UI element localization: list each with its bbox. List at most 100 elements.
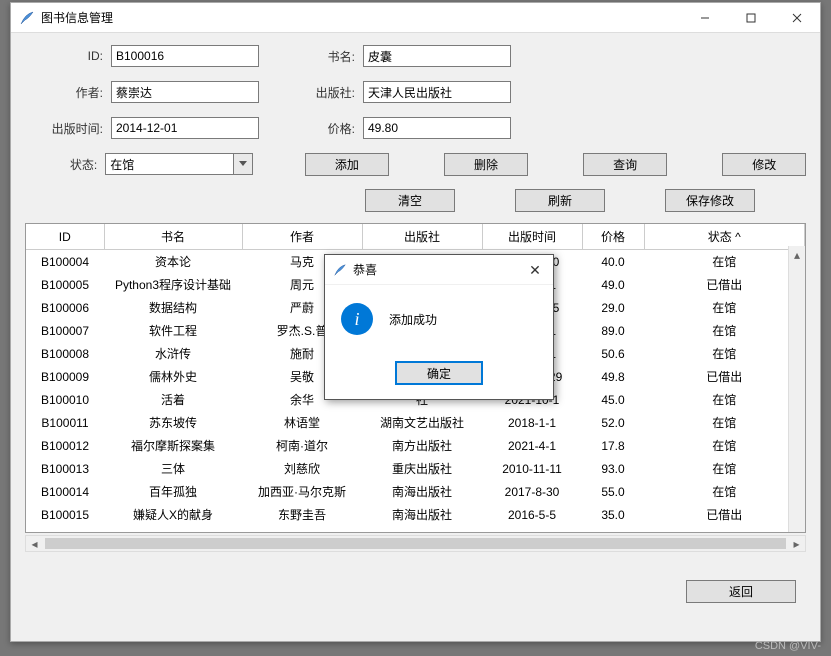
table-cell: 南海出版社 (362, 503, 482, 526)
label-status: 状态: (25, 156, 105, 173)
table-cell: 数据结构 (104, 296, 242, 319)
table-cell: 南方出版社 (362, 434, 482, 457)
maximize-button[interactable] (728, 3, 774, 33)
table-cell: 儒林外史 (104, 365, 242, 388)
scroll-left-icon[interactable]: ◂ (26, 536, 43, 551)
table-cell: 在馆 (644, 411, 805, 434)
table-cell: 在馆 (644, 457, 805, 480)
table-cell: 加西亚·马尔克斯 (242, 480, 362, 503)
scroll-thumb[interactable] (45, 538, 786, 549)
table-cell: B100015 (26, 503, 104, 526)
info-icon: i (341, 303, 373, 335)
close-button[interactable] (774, 3, 820, 33)
name-input[interactable] (363, 45, 511, 67)
label-publisher: 出版社: (303, 84, 363, 101)
column-header[interactable]: 书名 (104, 224, 242, 250)
pubtime-input[interactable] (111, 117, 259, 139)
table-cell: B100011 (26, 411, 104, 434)
table-row[interactable]: B100012福尔摩斯探案集柯南·道尔南方出版社2021-4-117.8在馆 (26, 434, 805, 457)
table-cell: 49.8 (582, 365, 644, 388)
clear-button[interactable]: 清空 (365, 189, 455, 212)
horizontal-scrollbar[interactable]: ◂ ▸ (25, 535, 806, 552)
back-button[interactable]: 返回 (686, 580, 796, 603)
table-cell: 已借出 (644, 503, 805, 526)
label-id: ID: (25, 49, 111, 63)
table-row[interactable]: B100011苏东坡传林语堂湖南文艺出版社2018-1-152.0在馆 (26, 411, 805, 434)
refresh-button[interactable]: 刷新 (515, 189, 605, 212)
table-row[interactable]: B100013三体刘慈欣重庆出版社2010-11-1193.0在馆 (26, 457, 805, 480)
dialog-app-icon (333, 263, 347, 277)
add-button[interactable]: 添加 (305, 153, 389, 176)
table-row[interactable]: B100014百年孤独加西亚·马尔克斯南海出版社2017-8-3055.0在馆 (26, 480, 805, 503)
table-cell: 49.0 (582, 273, 644, 296)
table-cell: 嫌疑人X的献身 (104, 503, 242, 526)
window-controls (682, 3, 820, 33)
table-cell: 在馆 (644, 434, 805, 457)
table-cell: 在馆 (644, 296, 805, 319)
table-cell: 湖南文艺出版社 (362, 411, 482, 434)
table-cell: 在馆 (644, 388, 805, 411)
table-cell: 29.0 (582, 296, 644, 319)
scroll-up-icon[interactable]: ▴ (789, 246, 805, 263)
query-button[interactable]: 查询 (583, 153, 667, 176)
table-cell: 93.0 (582, 457, 644, 480)
table-cell: 柯南·道尔 (242, 434, 362, 457)
vertical-scrollbar[interactable]: ▴ (788, 246, 805, 532)
table-cell: 在馆 (644, 480, 805, 503)
price-input[interactable] (363, 117, 511, 139)
table-cell: 东野圭吾 (242, 503, 362, 526)
table-row[interactable]: B100015嫌疑人X的献身东野圭吾南海出版社2016-5-535.0已借出 (26, 503, 805, 526)
table-cell: B100005 (26, 273, 104, 296)
table-cell: B100012 (26, 434, 104, 457)
status-combobox[interactable] (105, 153, 253, 175)
dialog-close-button[interactable]: ✕ (523, 259, 547, 281)
publisher-input[interactable] (363, 81, 511, 103)
table-cell: B100004 (26, 250, 104, 274)
table-cell: 55.0 (582, 480, 644, 503)
scroll-right-icon[interactable]: ▸ (788, 536, 805, 551)
column-header[interactable]: 价格 (582, 224, 644, 250)
dialog-title: 恭喜 (353, 261, 377, 278)
table-cell: B100008 (26, 342, 104, 365)
table-cell: 林语堂 (242, 411, 362, 434)
table-cell: 福尔摩斯探案集 (104, 434, 242, 457)
table-cell: 2010-11-11 (482, 457, 582, 480)
table-cell: 活着 (104, 388, 242, 411)
table-cell: B100007 (26, 319, 104, 342)
table-cell: 苏东坡传 (104, 411, 242, 434)
status-input[interactable] (105, 153, 233, 175)
table-cell: 已借出 (644, 365, 805, 388)
column-header[interactable]: 出版社 (362, 224, 482, 250)
minimize-button[interactable] (682, 3, 728, 33)
column-header[interactable]: ID (26, 224, 104, 250)
modify-button[interactable]: 修改 (722, 153, 806, 176)
column-header[interactable]: 状态 ^ (644, 224, 805, 250)
table-cell: B100010 (26, 388, 104, 411)
table-cell: 重庆出版社 (362, 457, 482, 480)
table-cell: B100014 (26, 480, 104, 503)
table-cell: 在馆 (644, 319, 805, 342)
table-cell: 南海出版社 (362, 480, 482, 503)
label-name: 书名: (303, 48, 363, 65)
column-header[interactable]: 作者 (242, 224, 362, 250)
column-header[interactable]: 出版时间 (482, 224, 582, 250)
table-cell: 2017-8-30 (482, 480, 582, 503)
chevron-down-icon[interactable] (233, 153, 253, 175)
dialog-titlebar: 恭喜 ✕ (325, 255, 553, 285)
dialog-ok-button[interactable]: 确定 (395, 361, 483, 385)
table-cell: 软件工程 (104, 319, 242, 342)
save-button[interactable]: 保存修改 (665, 189, 755, 212)
table-cell: 在馆 (644, 250, 805, 274)
watermark: CSDN @VIV- (755, 640, 821, 652)
label-pubtime: 出版时间: (25, 120, 111, 137)
table-cell: 2018-1-1 (482, 411, 582, 434)
author-input[interactable] (111, 81, 259, 103)
table-cell: 17.8 (582, 434, 644, 457)
table-cell: B100006 (26, 296, 104, 319)
app-icon (19, 10, 35, 26)
delete-button[interactable]: 删除 (444, 153, 528, 176)
table-cell: 百年孤独 (104, 480, 242, 503)
table-cell: B100013 (26, 457, 104, 480)
id-input[interactable] (111, 45, 259, 67)
table-cell: 50.6 (582, 342, 644, 365)
